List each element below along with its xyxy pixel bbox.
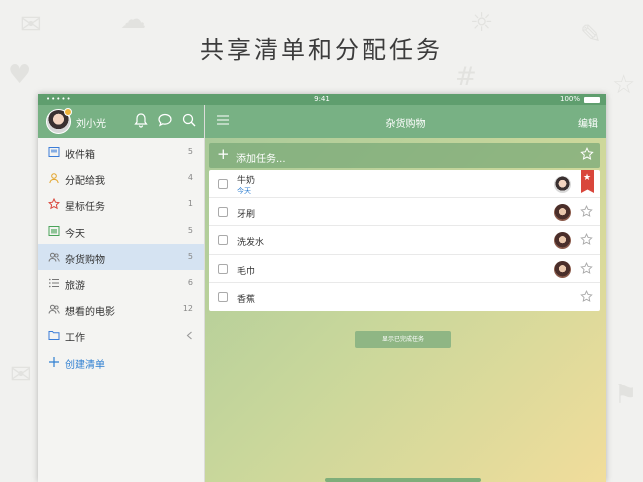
- task-list: 牛奶 今天 ★ 牙刷 洗发水 毛巾 香蕉: [209, 170, 600, 311]
- star-outline-icon[interactable]: [580, 147, 594, 161]
- add-task-input[interactable]: 添加任务...: [236, 150, 286, 165]
- add-task-bar[interactable]: + 添加任务...: [209, 143, 600, 168]
- comments-icon[interactable]: [157, 112, 173, 128]
- task-list-panel: 杂货购物 编辑 + 添加任务... 牛奶 今天 ★ 牙刷 洗发水 毛巾 香蕉 显…: [205, 105, 606, 482]
- star-flag-icon[interactable]: ★: [581, 170, 594, 193]
- task-due-date: 今天: [237, 187, 251, 195]
- chevron-left-icon[interactable]: [186, 331, 193, 340]
- create-list-label: 创建清单: [65, 359, 105, 371]
- plus-icon: [49, 356, 59, 367]
- task-row[interactable]: 香蕉: [209, 283, 600, 311]
- sidebar-item-inbox[interactable]: 收件箱 5: [38, 139, 204, 165]
- doodle-icon: ⚑: [614, 380, 638, 410]
- list-title: 杂货购物: [385, 119, 426, 130]
- star-outline-icon[interactable]: [580, 205, 593, 218]
- sidebar-item-label: 分配给我: [65, 176, 105, 188]
- assignee-avatar: [554, 232, 571, 250]
- shared-people-icon: [48, 304, 60, 314]
- status-bar: ••••• 9:41 100%: [38, 94, 606, 105]
- star-icon: [48, 198, 60, 210]
- task-checkbox[interactable]: [218, 207, 228, 218]
- assignee-avatar: [554, 204, 571, 222]
- star-outline-icon[interactable]: [580, 233, 593, 246]
- edit-button[interactable]: 编辑: [578, 115, 598, 130]
- bottom-toolbar-handle: [325, 478, 481, 482]
- show-completed-button[interactable]: 显示已完成任务: [355, 331, 451, 348]
- star-outline-icon[interactable]: [580, 261, 593, 275]
- assignee-avatar: [554, 176, 571, 193]
- sidebar-item-count: 5: [187, 251, 193, 261]
- folder-icon: [48, 331, 60, 341]
- sidebar-header: 刘小光: [38, 105, 204, 138]
- task-row[interactable]: 洗发水: [209, 226, 600, 255]
- task-checkbox[interactable]: [218, 179, 228, 189]
- sidebar-item-movies[interactable]: 想看的电影 12: [38, 296, 204, 322]
- task-checkbox[interactable]: [218, 291, 228, 302]
- tablet-screen: ••••• 9:41 100% 刘小光 收件箱 5 分配给我 4 星标任务 1 …: [38, 94, 606, 482]
- doodle-icon: ☆: [612, 70, 636, 100]
- sidebar-item-label: 想看的电影: [65, 307, 115, 319]
- task-title[interactable]: 洗发水: [237, 235, 264, 248]
- sidebar-item-assigned-to-me[interactable]: 分配给我 4: [38, 165, 204, 191]
- sidebar-item-count: 1: [187, 199, 193, 209]
- assigned-person-icon: [49, 173, 59, 184]
- doodle-icon: ✉: [10, 360, 32, 390]
- battery-icon: [584, 97, 600, 103]
- task-checkbox[interactable]: [218, 235, 228, 246]
- sidebar-item-travel[interactable]: 旅游 6: [38, 270, 204, 296]
- task-title[interactable]: 香蕉: [237, 292, 255, 305]
- sidebar-item-starred[interactable]: 星标任务 1: [38, 191, 204, 217]
- doodle-icon: #: [455, 62, 477, 92]
- user-name[interactable]: 刘小光: [76, 115, 106, 130]
- headline: 共享清单和分配任务: [200, 36, 443, 64]
- assignee-avatar: [554, 260, 571, 278]
- sidebar-item-work-folder[interactable]: 工作: [38, 322, 204, 348]
- task-checkbox[interactable]: [218, 263, 228, 274]
- sidebar: 刘小光 收件箱 5 分配给我 4 星标任务 1 今天 5 杂货购物 5 旅游 6…: [38, 105, 205, 482]
- calendar-icon: [48, 225, 60, 236]
- sidebar-item-label: 旅游: [65, 280, 85, 292]
- sidebar-item-label: 收件箱: [65, 150, 95, 161]
- create-list-button[interactable]: 创建清单: [38, 349, 204, 375]
- sidebar-item-label: 今天: [65, 228, 85, 240]
- bell-icon[interactable]: [133, 112, 149, 128]
- search-icon[interactable]: [181, 112, 197, 128]
- inbox-icon: [48, 147, 60, 157]
- task-title[interactable]: 牙刷: [237, 207, 255, 220]
- sidebar-item-today[interactable]: 今天 5: [38, 218, 204, 244]
- sidebar-item-label: 星标任务: [65, 202, 105, 214]
- sidebar-item-label: 杂货购物: [65, 254, 105, 266]
- sidebar-item-count: 4: [187, 173, 193, 183]
- sidebar-item-count: 12: [182, 304, 193, 314]
- task-row[interactable]: 牛奶 今天 ★: [209, 170, 600, 199]
- task-title[interactable]: 牛奶: [237, 173, 255, 186]
- task-row[interactable]: 牙刷: [209, 198, 600, 227]
- status-time: 9:41: [314, 95, 330, 103]
- task-row[interactable]: 毛巾: [209, 255, 600, 283]
- sidebar-item-label: 工作: [65, 333, 85, 345]
- sidebar-item-count: 5: [187, 225, 193, 235]
- notification-badge: [64, 108, 72, 116]
- sidebar-item-count: 6: [187, 277, 193, 287]
- shared-people-icon: [48, 252, 60, 262]
- sidebar-item-groceries[interactable]: 杂货购物 5: [38, 243, 204, 270]
- task-title[interactable]: 毛巾: [237, 264, 255, 277]
- sidebar-item-count: 5: [187, 147, 193, 156]
- list-icon: [49, 278, 59, 288]
- battery-percent: 100%: [559, 95, 580, 103]
- star-outline-icon[interactable]: [580, 289, 593, 303]
- main-header: 杂货购物 编辑: [205, 105, 606, 138]
- plus-icon: +: [217, 145, 230, 163]
